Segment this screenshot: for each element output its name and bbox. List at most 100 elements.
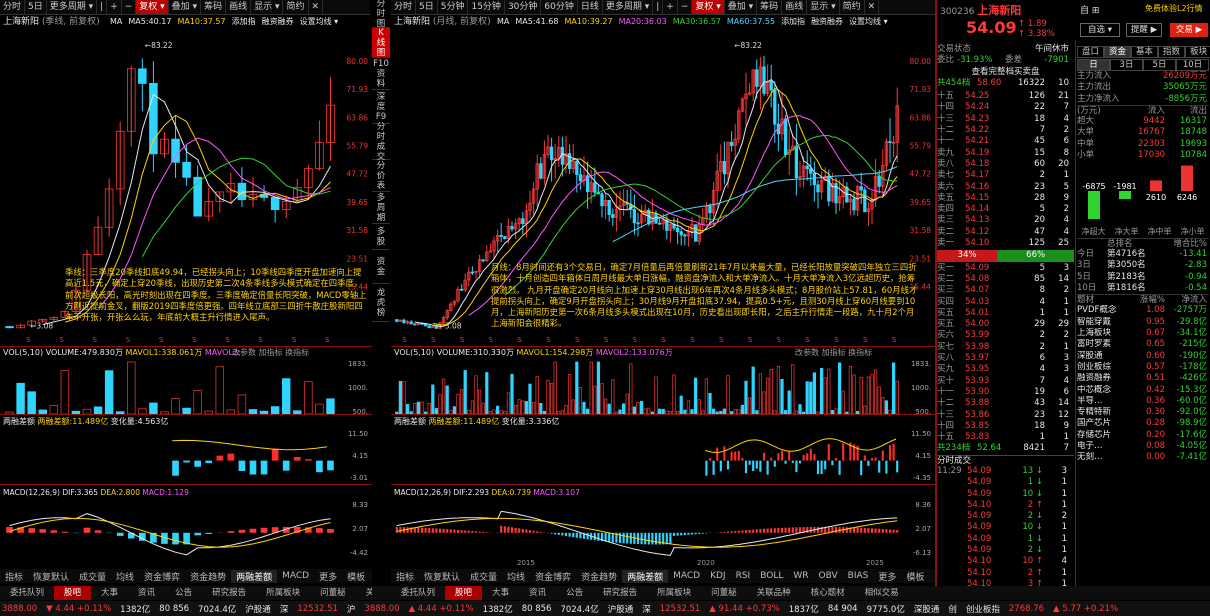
left-margin-chart[interactable]: 11.50 4.15 -3.01 — [0, 427, 372, 483]
toolbar-btn[interactable]: 复权 ▾ — [692, 0, 725, 14]
fund-period[interactable]: 5日 — [1143, 59, 1176, 71]
edit-params[interactable]: 改参数 — [232, 348, 256, 357]
self-select-icon[interactable]: 自 — [1080, 6, 1089, 16]
toolbar-btn[interactable]: | — [97, 0, 108, 14]
sell-level[interactable]: 十三 54.23 18 4 — [937, 114, 1074, 125]
side-tab[interactable]: 多股 — [372, 224, 390, 250]
left-macd-chart[interactable]: 8.33 2.07 -4.42 — [0, 498, 372, 558]
indicator-tab[interactable]: 资金趋势 — [576, 570, 622, 583]
side-tab[interactable]: 分时图 — [372, 0, 390, 29]
toolbar-btn[interactable]: + — [663, 0, 678, 14]
side-tab[interactable]: 多周期 — [372, 192, 390, 224]
sector-row[interactable]: 上海板块 0.67 -34.1亿 — [1077, 328, 1209, 339]
swap-indicator[interactable]: 换指标 — [848, 348, 872, 357]
sell-level[interactable]: 卖六 54.16 23 5 — [937, 182, 1074, 193]
indicator-tab[interactable]: RSI — [731, 571, 756, 581]
sector-row[interactable]: 创业板综 0.57 -178亿 — [1077, 362, 1209, 373]
buy-level[interactable]: 买八 53.97 6 3 — [937, 353, 1074, 364]
view-full-book-link[interactable]: 查看完整档买卖盘 — [971, 67, 1039, 78]
fund-tab[interactable]: 板块 — [1185, 46, 1210, 58]
sell-level[interactable]: 卖五 54.15 28 9 — [937, 193, 1074, 204]
fund-tab[interactable]: 资金 — [1104, 46, 1132, 58]
buy-level[interactable]: 买十 53.93 7 4 — [937, 376, 1074, 387]
indicator-tab[interactable]: BIAS — [843, 571, 874, 581]
header-icons[interactable]: 自 ⊞ — [1080, 3, 1099, 16]
l2-trial-link[interactable]: 免费体验L2行情 — [1145, 3, 1203, 14]
fund-period[interactable]: 3日 — [1110, 59, 1143, 71]
buy-level[interactable]: 十四 53.85 18 9 — [937, 421, 1074, 432]
indicator-tab[interactable]: 恢复默认 — [28, 570, 74, 583]
bottom-tab[interactable]: 所属板块 — [647, 586, 701, 600]
toolbar-btn[interactable]: 15分钟 — [468, 0, 505, 14]
indicator-tab[interactable]: MACD — [277, 571, 314, 581]
bottom-tab[interactable]: 相似交易 — [855, 586, 909, 600]
toolbar-btn[interactable]: ✕ — [865, 0, 880, 14]
bottom-tab[interactable]: 委托队列 — [391, 586, 445, 600]
bottom-tab[interactable]: 关系 — [356, 586, 372, 600]
toolbar-btn[interactable]: 简约 — [840, 0, 865, 14]
view-all-row[interactable]: 查看完整档买卖盘 — [937, 67, 1074, 78]
sector-row[interactable]: 富时罗素 0.65 -215亿 — [1077, 339, 1209, 350]
trade-button[interactable]: 交易 ▶ — [1170, 23, 1208, 37]
fund-period[interactable]: 10日 — [1176, 59, 1209, 71]
bottom-tab[interactable]: 股吧 — [54, 586, 92, 600]
toolbar-btn[interactable]: 叠加 ▾ — [725, 0, 758, 14]
toolbar-btn[interactable]: 分时 — [0, 0, 26, 14]
buy-level[interactable]: 十二 53.88 43 14 — [937, 398, 1074, 409]
bottom-tab[interactable]: 资讯 — [519, 586, 556, 600]
bottom-tab[interactable]: 公告 — [165, 586, 202, 600]
side-tab[interactable]: K线图 — [372, 28, 390, 58]
buy-level[interactable]: 买四 54.03 4 1 — [937, 297, 1074, 308]
toolbar-btn[interactable]: ✕ — [309, 0, 324, 14]
sector-row[interactable]: 专精特新 0.30 -92.0亿 — [1077, 407, 1209, 418]
bottom-tab[interactable]: 关联品种 — [747, 586, 801, 600]
buy-level[interactable]: 十一 53.90 19 6 — [937, 387, 1074, 398]
sector-row[interactable]: PVDF概念 1.08 -2757万 — [1077, 305, 1209, 316]
toolbar-btn[interactable]: 画线 — [226, 0, 252, 14]
indicator-tab[interactable]: 恢复默认 — [419, 570, 465, 583]
toolbar-btn[interactable]: 显示 ▾ — [251, 0, 284, 14]
sell-level[interactable]: 十二 54.22 7 2 — [937, 125, 1074, 136]
fund-tab[interactable]: 指数 — [1158, 46, 1186, 58]
sector-row[interactable]: 无刻… 0.00 -7.41亿 — [1077, 452, 1209, 463]
fund-tab[interactable]: 基本 — [1131, 46, 1159, 58]
swap-indicator[interactable]: 换指标 — [285, 348, 309, 357]
toolbar-btn[interactable]: 5日 — [416, 0, 438, 14]
toolbar-btn[interactable]: 显示 ▾ — [807, 0, 840, 14]
indicator-tab[interactable]: MACD — [668, 571, 705, 581]
indicator-tab[interactable]: 模板 — [342, 570, 370, 583]
buy-level[interactable]: 买七 53.98 2 1 — [937, 342, 1074, 353]
sector-row[interactable]: 半导… 0.36 -60.0亿 — [1077, 396, 1209, 407]
right-vol-tools[interactable]: 改参数 加指标 换指标 — [795, 348, 872, 358]
toolbar-btn[interactable]: | — [653, 0, 664, 14]
toolbar-btn[interactable]: − — [122, 0, 137, 14]
bottom-tab[interactable]: 研究报告 — [593, 586, 647, 600]
indicator-tab[interactable]: 成交量 — [74, 570, 111, 583]
toolbar-btn[interactable]: 30分钟 — [505, 0, 542, 14]
buy-level[interactable]: 买二 54.08 85 14 — [937, 274, 1074, 285]
bottom-tab[interactable]: 问董秘 — [310, 586, 356, 600]
toolbar-btn[interactable]: + — [107, 0, 122, 14]
toolbar-btn[interactable]: 复权 ▾ — [136, 0, 169, 14]
bottom-tab[interactable]: 资讯 — [128, 586, 165, 600]
fund-period[interactable]: 日 — [1077, 59, 1110, 71]
indicator-tab[interactable]: 指标 — [391, 570, 419, 583]
toolbar-btn[interactable]: 叠加 ▾ — [169, 0, 202, 14]
buy-level[interactable]: 买一 54.09 5 3 — [937, 263, 1074, 274]
indicator-tab[interactable]: 均线 — [111, 570, 139, 583]
sector-row[interactable]: 智能穿戴 0.95 -29.8亿 — [1077, 317, 1209, 328]
buy-level[interactable]: 买九 53.95 4 3 — [937, 364, 1074, 375]
left-vol-tools[interactable]: 改参数 加指标 换指标 — [232, 348, 309, 358]
toolbar-btn[interactable]: 筹码 — [201, 0, 227, 14]
buy-level[interactable]: 买五 54.01 1 1 — [937, 308, 1074, 319]
sector-row[interactable]: 深股通 0.60 -190亿 — [1077, 351, 1209, 362]
indicator-tab[interactable]: 均线 — [502, 570, 530, 583]
toolbar-btn[interactable]: 更多周期 ▾ — [603, 0, 654, 14]
right-margin-chart[interactable]: 11.50 4.15 -4.35 — [391, 427, 935, 483]
indicator-tab[interactable]: 资金博弈 — [530, 570, 576, 583]
toolbar-btn[interactable]: 5分钟 — [438, 0, 469, 14]
buy-level[interactable]: 买三 54.07 8 2 — [937, 285, 1074, 296]
indicator-tab[interactable]: KDJ — [705, 571, 731, 581]
buy-level[interactable]: 十三 53.86 23 12 — [937, 410, 1074, 421]
sector-row[interactable]: 中芯概念 0.42 -15.3亿 — [1077, 385, 1209, 396]
